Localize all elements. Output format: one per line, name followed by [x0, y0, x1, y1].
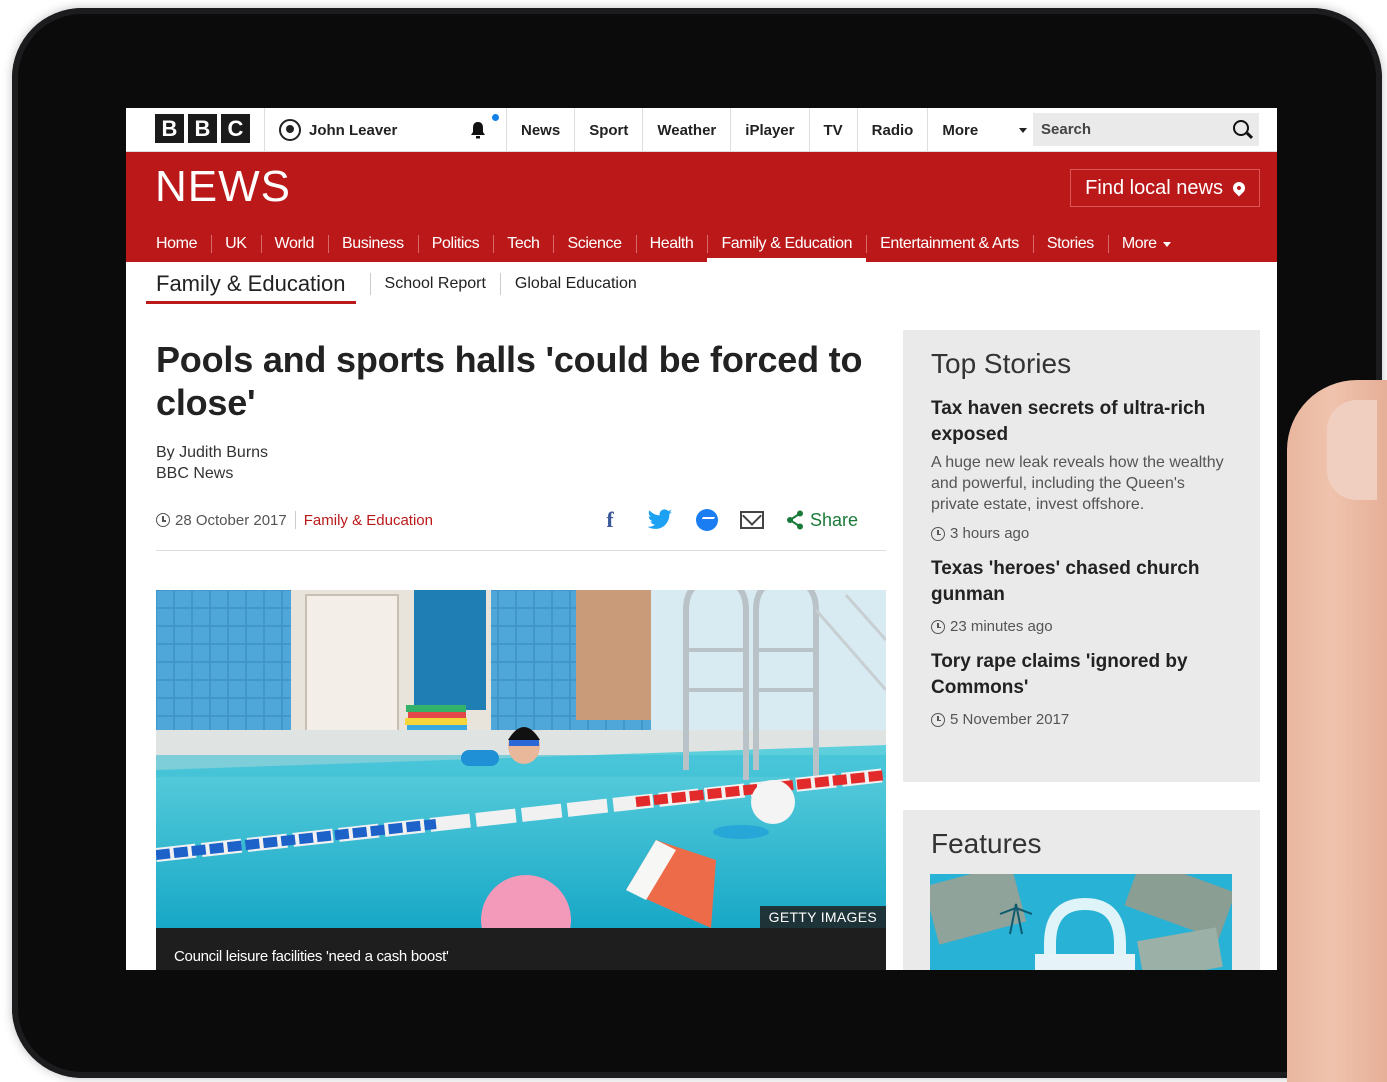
top-nav-sport[interactable]: Sport	[574, 108, 642, 152]
top-nav-weather[interactable]: Weather	[642, 108, 730, 152]
clock-icon	[931, 712, 945, 727]
image-credit: GETTY IMAGES	[759, 906, 886, 928]
article-meta: 28 October 2017 Family & Education	[156, 511, 433, 529]
top-nav-more[interactable]: More	[927, 108, 1041, 152]
section-nav-uk[interactable]: UK	[211, 226, 260, 262]
top-nav-radio[interactable]: Radio	[856, 108, 928, 152]
search-input[interactable]	[1041, 121, 1221, 138]
top-stories-panel: Top Stories Tax haven secrets of ultra-r…	[903, 330, 1260, 782]
location-pin-icon	[1230, 179, 1248, 197]
section-nav-entertainment-arts[interactable]: Entertainment & Arts	[866, 226, 1033, 262]
top-story-summary: A huge new leak reveals how the wealthy …	[931, 454, 1224, 513]
user-icon	[279, 119, 301, 141]
meta-divider	[294, 511, 296, 529]
features-panel: Features	[903, 810, 1260, 970]
top-story-title[interactable]: Texas 'heroes' chased church gunman	[931, 556, 1232, 608]
share-button[interactable]: Share	[786, 510, 858, 531]
news-header: NEWS Find local news Home UK World Busin…	[126, 152, 1277, 262]
article-headline: Pools and sports halls 'could be forced …	[156, 339, 863, 423]
top-story-item[interactable]: Texas 'heroes' chased church gunman 23 m…	[931, 556, 1232, 635]
notification-dot	[492, 114, 499, 121]
clock-icon	[931, 526, 945, 541]
section-nav-science[interactable]: Science	[553, 226, 635, 262]
bbc-logo-letter: B	[188, 114, 217, 143]
find-local-news-button[interactable]: Find local news	[1070, 169, 1260, 207]
padlock-money-image	[930, 874, 1232, 970]
search-box	[1033, 113, 1259, 146]
news-section-nav: Home UK World Business Politics Tech Sci…	[142, 226, 1185, 262]
top-nav-iplayer[interactable]: iPlayer	[730, 108, 808, 152]
section-nav-more[interactable]: More	[1107, 226, 1185, 262]
section-nav-home[interactable]: Home	[142, 226, 211, 262]
section-nav-politics[interactable]: Politics	[417, 226, 493, 262]
section-nav-stories[interactable]: Stories	[1032, 226, 1108, 262]
share-tools: f Share	[596, 506, 858, 534]
share-label: Share	[810, 509, 859, 530]
top-nav-tv[interactable]: TV	[808, 108, 857, 152]
chevron-down-icon	[1162, 241, 1171, 247]
article-byline: By Judith Burns BBC News	[156, 442, 268, 484]
top-stories-title: Top Stories	[931, 348, 1072, 379]
section-nav-health[interactable]: Health	[635, 226, 708, 262]
top-story-item[interactable]: Tax haven secrets of ultra-rich exposed …	[931, 396, 1232, 542]
thumbnail	[1327, 400, 1377, 500]
chevron-down-icon	[1019, 127, 1028, 133]
secondary-nav-global-education[interactable]: Global Education	[499, 273, 651, 295]
messenger-icon[interactable]	[696, 509, 718, 531]
swimming-pool-photo	[156, 590, 886, 928]
feature-image[interactable]	[930, 874, 1232, 970]
top-story-title[interactable]: Tax haven secrets of ultra-rich exposed	[931, 396, 1232, 448]
news-logo[interactable]: NEWS	[155, 162, 291, 212]
share-icon	[787, 510, 803, 530]
section-nav-more-label: More	[1121, 235, 1157, 252]
top-story-time: 5 November 2017	[931, 711, 1232, 728]
bbc-logo[interactable]: B B C	[155, 114, 250, 143]
article-hero-image[interactable]: GETTY IMAGES	[156, 590, 886, 928]
clock-icon	[156, 513, 170, 527]
bbc-top-bar: B B C John Leaver News Sport Weather iPl…	[126, 108, 1277, 152]
article-category-link[interactable]: Family & Education	[304, 512, 433, 529]
secondary-nav: Family & Education School Report Global …	[146, 262, 651, 306]
bbc-logo-letter: B	[155, 114, 184, 143]
search-icon[interactable]	[1233, 120, 1249, 136]
bbc-logo-letter: C	[221, 114, 250, 143]
top-story-item[interactable]: Tory rape claims 'ignored by Commons' 5 …	[931, 649, 1232, 728]
secondary-nav-school-report[interactable]: School Report	[369, 273, 500, 295]
top-story-title[interactable]: Tory rape claims 'ignored by Commons'	[931, 649, 1232, 701]
find-local-news-label: Find local news	[1085, 176, 1223, 199]
twitter-icon[interactable]	[646, 509, 674, 531]
top-story-time: 23 minutes ago	[931, 618, 1232, 635]
section-nav-world[interactable]: World	[260, 226, 329, 262]
clock-icon	[931, 619, 945, 634]
facebook-icon[interactable]: f	[596, 507, 624, 533]
top-story-time-text: 5 November 2017	[950, 711, 1070, 728]
top-story-time-text: 3 hours ago	[950, 525, 1030, 542]
secondary-nav-current[interactable]: Family & Education	[146, 262, 356, 306]
account-link[interactable]: John Leaver	[264, 108, 444, 152]
email-icon[interactable]	[740, 511, 764, 529]
image-caption: Council leisure facilities 'need a cash …	[156, 928, 886, 970]
features-title: Features	[931, 828, 1042, 859]
account-name: John Leaver	[309, 121, 398, 139]
section-nav-business[interactable]: Business	[328, 226, 418, 262]
top-story-time-text: 23 minutes ago	[950, 618, 1053, 635]
notifications-bell-icon[interactable]	[468, 120, 488, 140]
section-nav-family-education[interactable]: Family & Education	[707, 226, 866, 262]
meta-divider-line	[156, 550, 886, 551]
article-outlet: BBC News	[156, 465, 234, 482]
browser-screen: B B C John Leaver News Sport Weather iPl…	[126, 108, 1277, 970]
article-author: By Judith Burns	[156, 444, 269, 461]
top-nav-news[interactable]: News	[506, 108, 574, 152]
top-story-time: 3 hours ago	[931, 525, 1232, 542]
top-nav-more-label: More	[942, 121, 979, 139]
article-date: 28 October 2017	[175, 511, 287, 529]
bbc-top-nav: News Sport Weather iPlayer TV Radio More	[506, 108, 1041, 152]
section-nav-tech[interactable]: Tech	[493, 226, 553, 262]
